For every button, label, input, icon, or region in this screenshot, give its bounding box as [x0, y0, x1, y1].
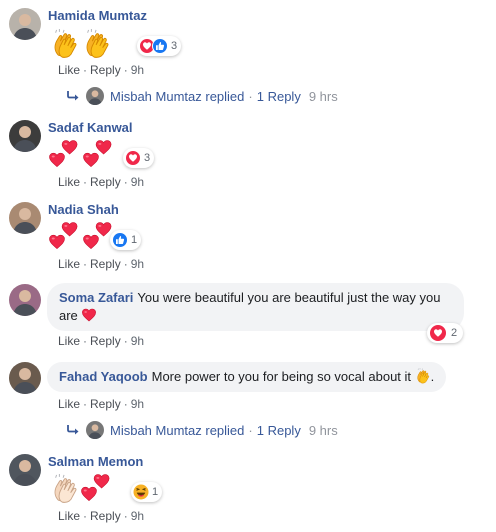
- reply-link[interactable]: Reply: [90, 63, 121, 77]
- comment-text: More power to you for being so vocal abo…: [151, 369, 412, 384]
- comment-actions: Like · Reply · 9h: [58, 175, 145, 189]
- avatar[interactable]: [9, 362, 41, 394]
- heart-emoji-icon: [81, 307, 97, 323]
- comment-actions: Like · Reply · 9h: [58, 63, 145, 77]
- like-link[interactable]: Like: [58, 175, 80, 189]
- commenter-name[interactable]: Fahad Yaqoob: [59, 369, 148, 384]
- reply-link[interactable]: Reply: [90, 257, 121, 271]
- timestamp[interactable]: 9h: [131, 257, 144, 271]
- comment-bubble: Soma Zafari You were beautiful you are be…: [47, 283, 464, 331]
- reply-count: 1 Reply: [256, 88, 301, 104]
- reply-count: 1 Reply: [256, 422, 301, 438]
- comment-actions: Like · Reply · 9h: [58, 509, 145, 523]
- reaction-summary[interactable]: 2: [427, 323, 464, 343]
- clap-emoji-icon: [50, 474, 80, 504]
- reaction-summary[interactable]: 1: [110, 230, 142, 250]
- like-link[interactable]: Like: [58, 257, 80, 271]
- commenter-name[interactable]: Salman Memon: [48, 454, 143, 469]
- avatar[interactable]: [9, 120, 41, 152]
- like-link[interactable]: Like: [58, 63, 80, 77]
- timestamp[interactable]: 9h: [131, 509, 144, 523]
- haha-reaction-icon: [133, 484, 149, 500]
- comment-bubble: Fahad Yaqoob More power to you for being …: [47, 362, 447, 392]
- hearts-emoji-icon: [80, 472, 116, 508]
- commenter-name[interactable]: Sadaf Kanwal: [48, 120, 133, 135]
- timestamp[interactable]: 9h: [131, 334, 144, 348]
- hearts-emoji-icon: [48, 138, 84, 174]
- commenter-name[interactable]: Hamida Mumtaz: [48, 8, 147, 23]
- reaction-count: 2: [451, 327, 458, 339]
- comment-actions: Like · Reply · 9h: [58, 334, 145, 348]
- clap-emoji-icon: [82, 29, 112, 59]
- like-link[interactable]: Like: [58, 334, 80, 348]
- reaction-summary[interactable]: 3: [137, 36, 182, 56]
- like-reaction-icon: [112, 232, 128, 248]
- like-reaction-icon: [152, 38, 168, 54]
- reaction-count: 1: [152, 486, 159, 498]
- reply-time: 9 hrs: [308, 422, 338, 438]
- like-link[interactable]: Like: [58, 509, 80, 523]
- replied-by: Misbah Mumtaz replied: [110, 88, 245, 104]
- avatar[interactable]: [9, 8, 41, 40]
- hearts-emoji-icon: [82, 138, 118, 174]
- comment-actions: Like · Reply · 9h: [58, 397, 145, 411]
- love-reaction-icon: [125, 150, 141, 166]
- avatar[interactable]: [9, 202, 41, 234]
- commenter-name[interactable]: Nadia Shah: [48, 202, 119, 217]
- reply-link[interactable]: Reply: [90, 334, 121, 348]
- reaction-summary[interactable]: 3: [123, 148, 155, 168]
- timestamp[interactable]: 9h: [131, 397, 144, 411]
- reply-link[interactable]: Reply: [90, 397, 121, 411]
- love-reaction-icon: [430, 325, 446, 341]
- avatar: [86, 421, 104, 439]
- hearts-emoji-icon: [48, 220, 84, 256]
- reaction-count: 3: [144, 152, 151, 164]
- reaction-count: 1: [131, 234, 138, 246]
- reaction-summary[interactable]: 1: [131, 482, 163, 502]
- reply-arrow-icon: [66, 424, 80, 436]
- view-replies-link[interactable]: Misbah Mumtaz replied · 1 Reply 9 hrs: [66, 421, 338, 439]
- replied-by: Misbah Mumtaz replied: [110, 422, 245, 438]
- reply-arrow-icon: [66, 90, 80, 102]
- timestamp[interactable]: 9h: [131, 63, 144, 77]
- avatar[interactable]: [9, 454, 41, 486]
- view-replies-link[interactable]: Misbah Mumtaz replied · 1 Reply 9 hrs: [66, 87, 338, 105]
- reaction-count: 3: [171, 40, 178, 52]
- reply-time: 9 hrs: [308, 88, 338, 104]
- reply-link[interactable]: Reply: [90, 175, 121, 189]
- clap-emoji-icon: [415, 368, 431, 384]
- clap-emoji-icon: [50, 29, 80, 59]
- avatar: [86, 87, 104, 105]
- reply-link[interactable]: Reply: [90, 509, 121, 523]
- timestamp[interactable]: 9h: [131, 175, 144, 189]
- comment-actions: Like · Reply · 9h: [58, 257, 145, 271]
- like-link[interactable]: Like: [58, 397, 80, 411]
- commenter-name[interactable]: Soma Zafari: [59, 290, 133, 305]
- avatar[interactable]: [9, 284, 41, 316]
